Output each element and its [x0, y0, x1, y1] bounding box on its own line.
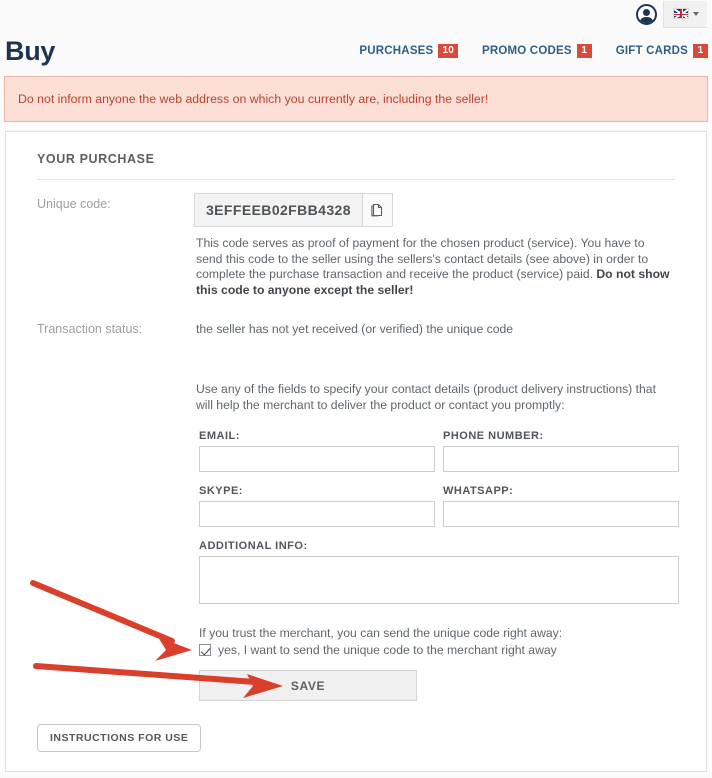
copy-icon[interactable]: [362, 193, 393, 227]
card-title: YOUR PURCHASE: [37, 152, 155, 166]
header-nav: PURCHASES 10 PROMO CODES 1 GIFT CARDS 1: [359, 44, 712, 58]
phone-field[interactable]: [443, 446, 679, 472]
trust-merchant-text: If you trust the merchant, you can send …: [199, 626, 563, 640]
nav-promo-codes-badge: 1: [576, 44, 592, 58]
nav-purchases-badge: 10: [438, 44, 458, 58]
additional-info-field[interactable]: [199, 556, 679, 604]
send-code-checkbox-label: yes, I want to send the unique code to t…: [218, 643, 557, 657]
unique-code-label: Unique code:: [37, 197, 111, 211]
uk-flag-icon: [672, 8, 689, 19]
purchase-card: YOUR PURCHASE Unique code: 3EFFEEB02FBB4…: [5, 131, 707, 772]
nav-purchases-label: PURCHASES: [359, 45, 434, 57]
transaction-status-value: the seller has not yet received (or veri…: [196, 322, 514, 336]
whatsapp-label: WHATSAPP:: [443, 485, 514, 497]
warning-banner-text: Do not inform anyone the web address on …: [18, 92, 489, 106]
nav-gift-cards-label: GIFT CARDS: [615, 45, 688, 57]
copy-icon-glyph: [371, 203, 383, 216]
email-label: EMAIL:: [199, 430, 240, 442]
email-field[interactable]: [199, 446, 435, 472]
nav-promo-codes-label: PROMO CODES: [481, 45, 572, 57]
transaction-status-label: Transaction status:: [37, 322, 143, 336]
send-code-checkbox-row[interactable]: yes, I want to send the unique code to t…: [199, 643, 557, 657]
account-avatar-button[interactable]: [629, 0, 663, 28]
warning-banner: Do not inform anyone the web address on …: [4, 76, 708, 122]
user-avatar-icon: [635, 3, 657, 25]
phone-label: PHONE NUMBER:: [443, 430, 544, 442]
save-button[interactable]: SAVE: [199, 670, 417, 701]
unique-code-group: 3EFFEEB02FBB4328: [194, 193, 393, 227]
nav-promo-codes[interactable]: PROMO CODES 1: [482, 44, 592, 58]
additional-info-label: ADDITIONAL INFO:: [199, 540, 308, 552]
skype-field[interactable]: [199, 501, 435, 527]
chevron-down-icon: [692, 11, 699, 16]
card-divider: [37, 179, 675, 180]
page-root: Buy PURCHASES 10 PROMO CODES 1 GIFT CARD…: [0, 0, 712, 778]
page-header: Buy PURCHASES 10 PROMO CODES 1 GIFT CARD…: [0, 28, 712, 74]
brand-title: Buy: [5, 35, 56, 66]
whatsapp-field[interactable]: [443, 501, 679, 527]
instructions-for-use-button[interactable]: INSTRUCTIONS FOR USE: [37, 724, 202, 752]
nav-gift-cards[interactable]: GIFT CARDS 1: [616, 44, 708, 58]
unique-code-value: 3EFFEEB02FBB4328: [194, 193, 363, 227]
send-code-checkbox[interactable]: [199, 644, 211, 656]
skype-label: SKYPE:: [199, 485, 243, 497]
nav-gift-cards-badge: 1: [693, 44, 708, 58]
unique-code-description-text: This code serves as proof of payment for…: [196, 236, 649, 282]
top-utility-bar: [0, 0, 712, 28]
unique-code-description: This code serves as proof of payment for…: [196, 236, 670, 298]
nav-purchases[interactable]: PURCHASES 10: [359, 44, 458, 58]
language-selector[interactable]: [663, 0, 707, 28]
contact-details-intro: Use any of the fields to specify your co…: [196, 382, 656, 412]
